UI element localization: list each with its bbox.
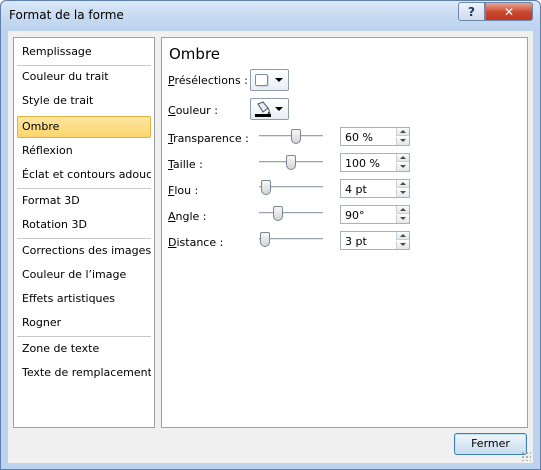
- slider-thumb[interactable]: [286, 155, 296, 170]
- slider-track: [259, 212, 323, 214]
- close-icon: ✕: [503, 4, 515, 19]
- title-bar[interactable]: Format de la forme ? ✕: [1, 1, 540, 31]
- sidebar-item-format-3d[interactable]: Format 3D: [17, 190, 151, 212]
- spin-up-button[interactable]: [396, 128, 409, 136]
- sidebar-divider: [17, 336, 151, 337]
- distance-label: Distance :: [168, 236, 224, 249]
- paint-bucket-icon: [255, 101, 271, 117]
- color-label: Couleur :: [168, 104, 218, 117]
- sidebar-item-style-trait[interactable]: Style de trait: [17, 90, 151, 112]
- distance-spinner[interactable]: 3 pt: [340, 231, 410, 250]
- distance-slider[interactable]: [259, 232, 323, 247]
- sidebar-item-couleur-trait[interactable]: Couleur du trait: [17, 66, 151, 88]
- spin-up-button[interactable]: [396, 154, 409, 162]
- window-title: Format de la forme: [9, 8, 124, 22]
- blur-slider[interactable]: [259, 180, 323, 195]
- help-button[interactable]: ?: [458, 2, 485, 21]
- sidebar-divider: [17, 188, 151, 189]
- spin-down-button[interactable]: [396, 241, 409, 249]
- sidebar-item-zone-texte[interactable]: Zone de texte: [17, 338, 151, 360]
- sidebar-item-remplissage[interactable]: Remplissage: [17, 41, 151, 63]
- sidebar-item-reflexion[interactable]: Réflexion: [17, 140, 151, 162]
- spin-down-button[interactable]: [396, 215, 409, 223]
- spin-up-button[interactable]: [396, 206, 409, 214]
- size-slider[interactable]: [259, 155, 323, 170]
- size-label: Taille :: [168, 158, 203, 171]
- sidebar-item-eclat-contours[interactable]: Éclat et contours adoucis: [17, 164, 151, 186]
- size-spinner[interactable]: 100 %: [340, 153, 410, 172]
- shadow-preset-icon: [255, 74, 268, 86]
- sidebar-item-rogner[interactable]: Rogner: [17, 312, 151, 334]
- blur-spinner[interactable]: 4 pt: [340, 179, 410, 198]
- sidebar-item-rotation-3d[interactable]: Rotation 3D: [17, 214, 151, 236]
- resize-grip-icon[interactable]: [521, 451, 531, 461]
- transparency-spinner[interactable]: 60 %: [340, 127, 410, 146]
- spin-down-button[interactable]: [396, 189, 409, 197]
- sidebar-item-couleur-image[interactable]: Couleur de l’image: [17, 264, 151, 286]
- slider-thumb[interactable]: [272, 206, 283, 221]
- angle-slider[interactable]: [259, 206, 323, 221]
- presets-dropdown[interactable]: [250, 69, 289, 91]
- spin-down-button[interactable]: [396, 137, 409, 145]
- format-shape-dialog: Format de la forme ? ✕ Remplissage Coule…: [0, 0, 541, 470]
- color-dropdown[interactable]: [250, 98, 289, 120]
- chevron-down-icon: [275, 78, 283, 82]
- section-title: Ombre: [169, 45, 221, 63]
- spin-down-button[interactable]: [396, 163, 409, 171]
- transparency-slider[interactable]: [259, 129, 323, 144]
- sidebar-item-effets-artistiques[interactable]: Effets artistiques: [17, 288, 151, 310]
- shadow-settings-panel: Ombre Présélections : Couleur : Transpar…: [161, 37, 528, 428]
- slider-thumb[interactable]: [260, 232, 271, 247]
- spin-up-button[interactable]: [396, 180, 409, 188]
- spin-up-button[interactable]: [396, 232, 409, 240]
- help-icon: ?: [468, 4, 475, 19]
- sidebar-divider: [17, 238, 151, 239]
- transparency-label: Transparence :: [168, 132, 249, 145]
- sidebar-item-ombre[interactable]: Ombre: [17, 116, 151, 138]
- chevron-down-icon: [275, 107, 283, 111]
- presets-label: Présélections :: [168, 74, 248, 87]
- sidebar-item-corrections-images[interactable]: Corrections des images: [17, 240, 151, 262]
- window-close-button[interactable]: ✕: [485, 2, 533, 21]
- angle-spinner[interactable]: 90°: [340, 205, 410, 224]
- close-dialog-button[interactable]: Fermer: [454, 433, 527, 455]
- category-list: Remplissage Couleur du trait Style de tr…: [13, 37, 155, 428]
- dialog-body: Remplissage Couleur du trait Style de tr…: [8, 31, 533, 463]
- blur-label: Flou :: [168, 184, 199, 197]
- slider-thumb[interactable]: [261, 180, 272, 195]
- slider-thumb[interactable]: [291, 129, 302, 144]
- angle-label: Angle :: [168, 210, 207, 223]
- sidebar-item-texte-remplacement[interactable]: Texte de remplacement: [17, 362, 151, 384]
